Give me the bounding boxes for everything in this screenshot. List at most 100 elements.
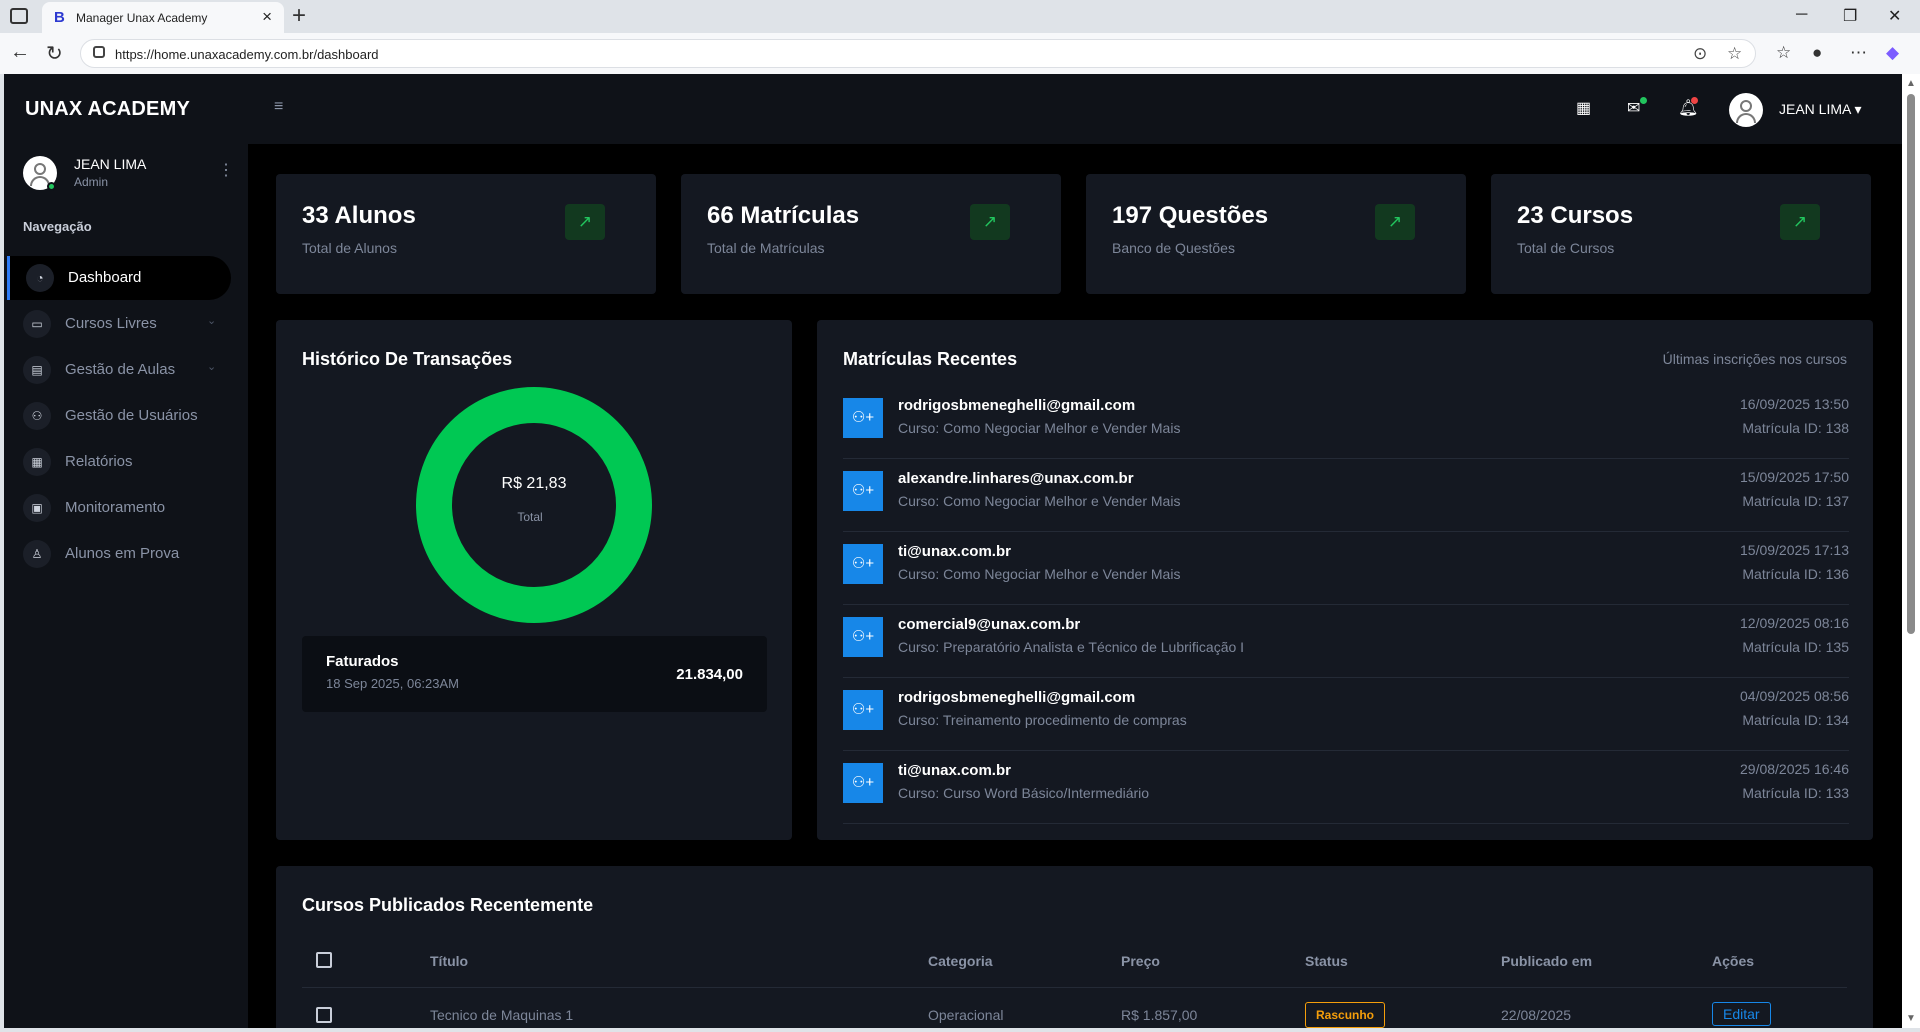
copilot-icon[interactable]: ◆ [1886, 43, 1899, 63]
billed-amount: 21.834,00 [676, 666, 743, 683]
reader-icon[interactable]: ⊙ [1693, 44, 1707, 64]
row-checkbox[interactable] [316, 1007, 332, 1023]
list-item[interactable]: ⚇+ alexandre.linhares@unax.com.br Curso:… [843, 459, 1849, 532]
arrow-up-right-icon[interactable]: ↗ [1780, 204, 1820, 240]
browser-tab[interactable]: B Manager Unax Academy × [42, 2, 284, 33]
sidebar-item-alunos-prova[interactable]: ♙ Alunos em Prova [7, 532, 231, 576]
chevron-down-icon: ⌄ [207, 361, 217, 373]
mail-badge [1640, 97, 1647, 104]
close-tab-icon[interactable]: × [262, 7, 272, 27]
menu-toggle-icon[interactable]: ≡ [274, 98, 283, 116]
sidebar-item-monitoramento[interactable]: ▣ Monitoramento [7, 486, 231, 530]
list-item[interactable]: ⚇+ rodrigosbmeneghelli@gmail.com Curso: … [843, 678, 1849, 751]
sidebar-item-cursos-livres[interactable]: ▭ Cursos Livres ⌄ [7, 302, 231, 346]
enrollment-course: Curso: Como Negociar Melhor e Vender Mai… [898, 420, 1181, 436]
back-icon[interactable]: ← [10, 41, 30, 64]
scroll-thumb[interactable] [1907, 94, 1915, 634]
sidebar-item-dashboard[interactable]: ◔ Dashboard [7, 256, 231, 300]
sidebar-item-label: Monitoramento [65, 499, 166, 516]
list-item[interactable]: ⚇+ comercial9@unax.com.br Curso: Prepara… [843, 605, 1849, 678]
favorites-icon[interactable]: ☆ [1776, 43, 1791, 63]
mail-icon[interactable]: ✉ [1627, 98, 1640, 118]
stat-value: 33 Alunos [302, 202, 416, 229]
stat-card-questoes: 197 Questões Banco de Questões ↗ [1086, 174, 1466, 294]
address-bar[interactable]: https://home.unaxacademy.com.br/dashboar… [80, 39, 1756, 68]
courses-title: Cursos Publicados Recentemente [302, 895, 594, 915]
window-close-icon[interactable]: ✕ [1888, 6, 1901, 26]
enrollment-id: Matrícula ID: 133 [1742, 785, 1849, 801]
enrollments-card: Matrículas Recentes Últimas inscrições n… [817, 320, 1873, 840]
sidebar-item-gestao-aulas[interactable]: ▤ Gestão de Aulas ⌄ [7, 348, 231, 392]
enrollments-subtitle: Últimas inscrições nos cursos [1662, 351, 1847, 367]
sidebar-item-relatorios[interactable]: ▦ Relatórios [7, 440, 231, 484]
sidebar: UNAX ACADEMY JEAN LIMA Admin ⋮ Navegação… [4, 74, 248, 1028]
enrollment-date: 15/09/2025 17:13 [1740, 542, 1849, 558]
brand-logo[interactable]: UNAX ACADEMY [25, 98, 190, 121]
scroll-down-icon[interactable]: ▼ [1906, 1013, 1916, 1024]
enrollment-id: Matrícula ID: 135 [1742, 639, 1849, 655]
billed-title: Faturados [326, 653, 399, 670]
add-user-icon: ⚇+ [843, 471, 883, 511]
new-tab-icon[interactable]: + [292, 2, 306, 30]
select-all-checkbox[interactable] [316, 952, 332, 968]
column-header-title[interactable]: Título [430, 953, 468, 969]
list-item[interactable]: ⚇+ ti@unax.com.br Curso: Como Negociar M… [843, 532, 1849, 605]
arrow-up-right-icon[interactable]: ↗ [565, 204, 605, 240]
transactions-card: Histórico De Transações R$ 21,83 Total F… [276, 320, 792, 840]
stat-label: Total de Matrículas [707, 240, 825, 256]
sidebar-item-gestao-usuarios[interactable]: ⚇ Gestão de Usuários [7, 394, 231, 438]
site-info-icon[interactable] [93, 46, 105, 58]
favorite-star-icon[interactable]: ☆ [1727, 44, 1742, 64]
scroll-up-icon[interactable]: ▲ [1906, 78, 1916, 89]
status-badge: Rascunho [1305, 1002, 1386, 1028]
topbar-user-menu[interactable]: JEAN LIMA ▾ [1779, 101, 1862, 118]
column-header-status[interactable]: Status [1305, 953, 1348, 969]
arrow-up-right-icon[interactable]: ↗ [1375, 204, 1415, 240]
enrollment-email: ti@unax.com.br [898, 762, 1011, 779]
chevron-down-icon: ⌄ [207, 315, 217, 327]
list-item[interactable]: ⚇+ ti@unax.com.br Curso: Curso Word Bási… [843, 751, 1849, 824]
sidebar-item-label: Relatórios [65, 453, 133, 470]
user-options-icon[interactable]: ⋮ [218, 160, 234, 180]
dashboard-icon: ◔ [26, 264, 54, 292]
online-status-dot [47, 182, 56, 191]
column-header-category[interactable]: Categoria [928, 953, 993, 969]
restore-icon[interactable]: ❐ [1843, 6, 1857, 26]
add-user-icon: ⚇+ [843, 617, 883, 657]
enrollment-id: Matrícula ID: 137 [1742, 493, 1849, 509]
list-item[interactable]: ⚇+ rodrigosbmeneghelli@gmail.com Curso: … [843, 386, 1849, 459]
billed-date: 18 Sep 2025, 06:23AM [326, 676, 459, 691]
enrollment-id: Matrícula ID: 138 [1742, 420, 1849, 436]
tab-title: Manager Unax Academy [76, 11, 208, 25]
url-text[interactable]: https://home.unaxacademy.com.br/dashboar… [115, 47, 379, 62]
reload-icon[interactable]: ↻ [46, 41, 63, 66]
column-header-actions: Ações [1712, 953, 1755, 969]
edit-button[interactable]: Editar [1712, 1002, 1771, 1026]
course-category: Operacional [928, 1007, 1004, 1023]
arrow-up-right-icon[interactable]: ↗ [970, 204, 1010, 240]
table-divider [302, 987, 1847, 988]
stat-label: Banco de Questões [1112, 240, 1235, 256]
enrollment-date: 29/08/2025 16:46 [1740, 761, 1849, 777]
enrollment-date: 04/09/2025 08:56 [1740, 688, 1849, 704]
sidebar-user-role: Admin [74, 175, 109, 189]
enrollment-course: Curso: Curso Word Básico/Intermediário [898, 785, 1150, 801]
sidebar-item-label: Gestão de Usuários [65, 407, 198, 424]
minimize-icon[interactable]: ─ [1796, 6, 1807, 24]
transactions-title: Histórico De Transações [302, 349, 513, 369]
report-icon: ▦ [23, 448, 51, 476]
topbar: ≡ ▦ ✉ 🔔︎ JEAN LIMA ▾ [248, 74, 1902, 144]
tab-actions-icon[interactable] [10, 8, 28, 24]
column-header-price[interactable]: Preço [1121, 953, 1160, 969]
profile-icon[interactable]: ● [1812, 43, 1822, 63]
enrollment-course: Curso: Como Negociar Melhor e Vender Mai… [898, 566, 1181, 582]
notification-badge [1691, 97, 1698, 104]
avatar[interactable] [1729, 93, 1763, 127]
course-title[interactable]: Tecnico de Maquinas 1 [430, 1007, 573, 1023]
more-menu-icon[interactable]: ⋯ [1850, 43, 1867, 63]
apps-grid-icon[interactable]: ▦ [1576, 98, 1591, 118]
column-header-published[interactable]: Publicado em [1501, 953, 1592, 969]
enrollment-date: 16/09/2025 13:50 [1740, 396, 1849, 412]
enrollment-email: comercial9@unax.com.br [898, 616, 1081, 633]
page-scrollbar[interactable]: ▲ ▼ [1902, 74, 1920, 1028]
